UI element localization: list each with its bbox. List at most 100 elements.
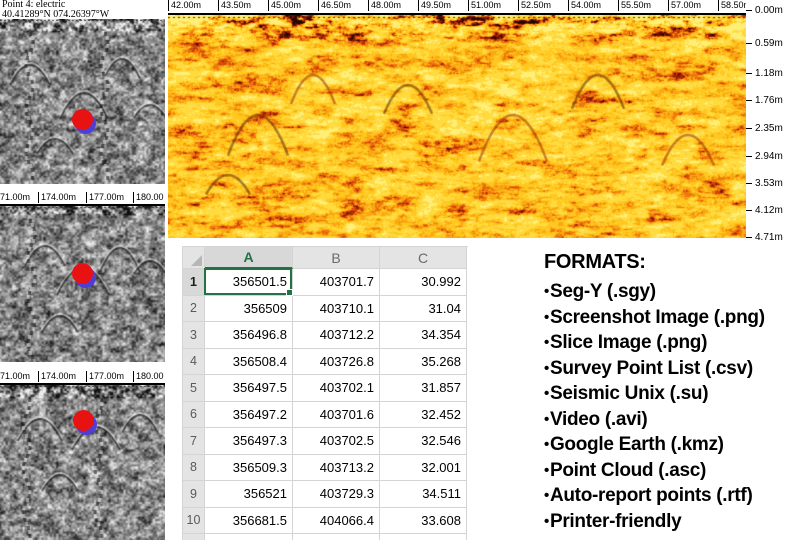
- column-header-c[interactable]: C: [380, 247, 467, 269]
- cell[interactable]: 356509.3: [205, 454, 293, 481]
- radargram-ruler: 42.00m 43.50m 45.00m 46.50m 48.00m 49.50…: [168, 0, 800, 12]
- ruler-label: 45.00m: [268, 0, 301, 11]
- depth-tick: [746, 100, 752, 101]
- row-header[interactable]: 3: [183, 322, 205, 349]
- cell[interactable]: 403702.1: [293, 375, 380, 402]
- cell[interactable]: 33.608: [380, 507, 467, 534]
- cell[interactable]: 34.511: [380, 481, 467, 508]
- column-header-b[interactable]: B: [293, 247, 380, 269]
- ruler-label: 55.50m: [618, 0, 651, 11]
- cell[interactable]: 32.546: [380, 428, 467, 455]
- table-row: 10 356681.5 404066.4 33.608: [183, 507, 468, 534]
- cell[interactable]: 403710.1: [293, 295, 380, 322]
- depth-tick: [746, 128, 752, 129]
- cell[interactable]: 356497.2: [205, 401, 293, 428]
- depth-label: 2.94m: [755, 151, 783, 162]
- row-header[interactable]: 5: [183, 375, 205, 402]
- survey-point-marker[interactable]: [72, 109, 93, 130]
- table-row: 2 356509 403710.1 31.04: [183, 295, 468, 322]
- cell[interactable]: 356496.8: [205, 322, 293, 349]
- table-row: 3 356496.8 403712.2 34.354: [183, 322, 468, 349]
- cell[interactable]: [380, 534, 467, 540]
- cell[interactable]: 32.001: [380, 454, 467, 481]
- column-header-a[interactable]: A: [205, 247, 293, 269]
- list-item: •Auto-report points (.rtf): [544, 485, 753, 506]
- cell[interactable]: 403726.8: [293, 348, 380, 375]
- cell[interactable]: 356497.3: [205, 428, 293, 455]
- row-header[interactable]: 8: [183, 454, 205, 481]
- formats-title: FORMATS:: [544, 251, 646, 273]
- row-header[interactable]: [183, 534, 205, 540]
- cell[interactable]: 30.992: [380, 269, 467, 296]
- row-header[interactable]: 7: [183, 428, 205, 455]
- depth-tick: [746, 73, 752, 74]
- row-header[interactable]: 9: [183, 481, 205, 508]
- bullet-icon: •: [544, 283, 549, 300]
- ruler-label: 48.00m: [368, 0, 401, 11]
- table-row: 6 356497.2 403701.6 32.452: [183, 401, 468, 428]
- depth-label: 4.12m: [755, 205, 783, 216]
- depth-tick: [746, 237, 752, 238]
- row-header[interactable]: 10: [183, 507, 205, 534]
- row-header[interactable]: 1: [183, 269, 205, 296]
- cell[interactable]: 356501.5: [205, 269, 293, 296]
- cell[interactable]: 35.268: [380, 348, 467, 375]
- row-header[interactable]: 2: [183, 295, 205, 322]
- bullet-icon: •: [544, 359, 549, 377]
- row-header[interactable]: 6: [183, 401, 205, 428]
- survey-point-marker[interactable]: [73, 410, 94, 431]
- ruler-label: 71.00m: [0, 371, 31, 381]
- cell[interactable]: 403729.3: [293, 481, 380, 508]
- list-item: •Screenshot Image (.png): [544, 306, 765, 328]
- table-row: 8 356509.3 403713.2 32.001: [183, 454, 468, 481]
- cell[interactable]: 356497.5: [205, 375, 293, 402]
- gpr-scan-canvas-bottom[interactable]: [0, 385, 165, 540]
- cell[interactable]: 356681.5: [205, 507, 293, 534]
- select-all-triangle-icon: [191, 255, 202, 266]
- scan-ruler-middle: 71.00m 174.00m 177.00m 180.00: [0, 192, 165, 206]
- depth-label: 3.53m: [755, 178, 783, 189]
- ruler-label: 57.00m: [668, 0, 701, 11]
- cell[interactable]: [205, 534, 293, 540]
- cell[interactable]: 34.354: [380, 322, 467, 349]
- cell[interactable]: 403701.7: [293, 269, 380, 296]
- select-all-corner[interactable]: [183, 247, 205, 269]
- list-item: •Survey Point List (.csv): [544, 357, 753, 379]
- depth-tick: [746, 210, 752, 211]
- depth-tick: [746, 156, 752, 157]
- spreadsheet-header-row: A B C: [183, 247, 468, 269]
- table-row: 9 356521 403729.3 34.511: [183, 481, 468, 508]
- cell[interactable]: 403702.5: [293, 428, 380, 455]
- cell[interactable]: 31.04: [380, 295, 467, 322]
- table-row: 1 356501.5 403701.7 30.992: [183, 269, 468, 296]
- cell[interactable]: 356508.4: [205, 348, 293, 375]
- bullet-icon: •: [544, 436, 549, 453]
- gpr-scan-canvas-top[interactable]: [0, 19, 165, 184]
- ruler-label: 46.50m: [318, 0, 351, 11]
- cell[interactable]: 31.857: [380, 375, 467, 402]
- row-header[interactable]: 4: [183, 348, 205, 375]
- cell[interactable]: 32.452: [380, 401, 467, 428]
- depth-tick: [746, 183, 752, 184]
- cell[interactable]: [293, 534, 380, 540]
- cell[interactable]: 404066.4: [293, 507, 380, 534]
- bullet-icon: •: [544, 385, 549, 402]
- depth-scale: 0.00m 0.59m 1.18m 1.76m 2.35m 2.94m 3.53…: [746, 0, 800, 241]
- bullet-icon: •: [544, 461, 549, 479]
- cell[interactable]: 403701.6: [293, 401, 380, 428]
- cell[interactable]: 356521: [205, 481, 293, 508]
- bullet-icon: •: [544, 410, 549, 428]
- list-item: •Seg-Y (.sgy): [544, 281, 656, 302]
- bullet-icon: •: [544, 308, 549, 326]
- depth-label: 1.18m: [755, 68, 783, 79]
- ruler-label: 43.50m: [218, 0, 251, 11]
- survey-point-marker[interactable]: [72, 263, 93, 284]
- table-row-partial: [183, 534, 468, 540]
- cell[interactable]: 403712.2: [293, 322, 380, 349]
- cell[interactable]: 356509: [205, 295, 293, 322]
- spreadsheet: A B C 1 356501.5 403701.7 30.992 2 35650…: [182, 246, 468, 540]
- radargram-canvas[interactable]: [168, 15, 748, 238]
- ruler-label: 42.00m: [168, 0, 201, 11]
- cell[interactable]: 403713.2: [293, 454, 380, 481]
- scan-gps-coords: 40.41289°N 074.26397°W: [2, 8, 110, 20]
